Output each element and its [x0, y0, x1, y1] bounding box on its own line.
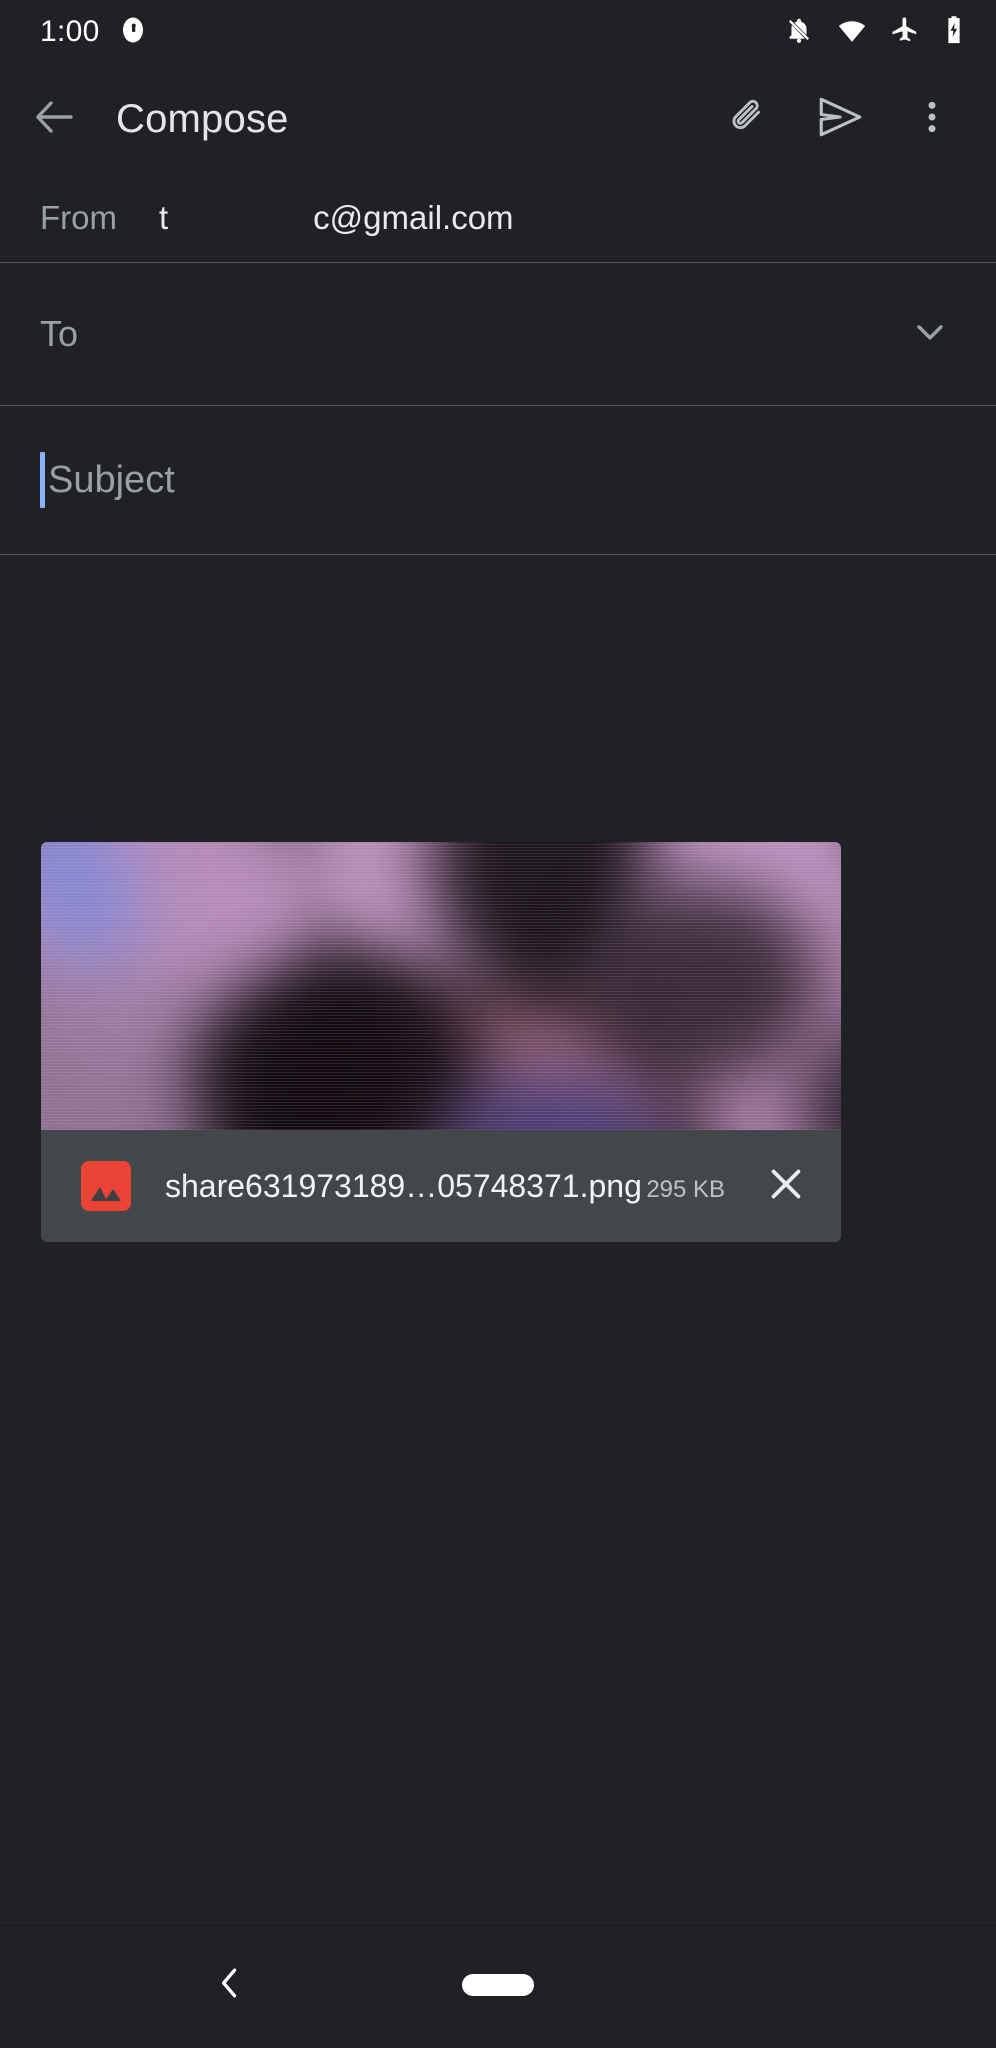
paperclip-icon: [725, 94, 771, 145]
text-cursor: [40, 452, 45, 508]
send-button[interactable]: [794, 73, 886, 165]
navbar-top-edge: [0, 1922, 996, 1923]
attachment-filename: share631973189…05748371.png: [165, 1167, 642, 1204]
notifications-off-icon: [784, 15, 814, 50]
more-options-button[interactable]: [886, 73, 978, 165]
from-value-start: t: [159, 199, 169, 236]
attach-button[interactable]: [702, 73, 794, 165]
airplane-mode-icon: [890, 15, 920, 50]
chevron-left-icon: [208, 1961, 252, 2010]
image-file-icon: [81, 1161, 131, 1211]
from-row[interactable]: From t c@gmail.com: [0, 174, 996, 262]
attachment-filesize: 295 KB: [646, 1175, 726, 1203]
status-bar-right: [784, 15, 966, 50]
page-title: Compose: [116, 96, 289, 141]
attachment-texts: share631973189…05748371.png 295 KB: [165, 1168, 731, 1205]
preview-grain: [41, 842, 841, 1130]
status-bar: 1:00: [0, 0, 996, 64]
compose-header-fields: From t c@gmail.com To Subject: [0, 174, 996, 555]
send-icon: [815, 92, 865, 147]
back-button[interactable]: [0, 93, 110, 146]
status-bar-clock: 1:00: [40, 15, 100, 48]
attachment-card[interactable]: share631973189…05748371.png 295 KB: [41, 842, 841, 1242]
arrow-back-icon: [31, 93, 79, 146]
nav-back-button[interactable]: [190, 1945, 270, 2025]
app-badge-icon: [118, 15, 148, 50]
divider-subject: [0, 554, 996, 555]
attachment-info-bar: share631973189…05748371.png 295 KB: [41, 1130, 841, 1242]
remove-attachment-button[interactable]: [731, 1161, 841, 1212]
wifi-icon: [836, 15, 868, 50]
from-label: From: [40, 199, 117, 236]
status-bar-left: 1:00: [40, 15, 148, 50]
expand-recipients-button[interactable]: [908, 310, 952, 359]
battery-charging-icon: [942, 15, 966, 50]
to-row[interactable]: To: [0, 263, 996, 405]
compose-screen: 1:00 Compose From t c@gmail.com To Subje…: [0, 0, 996, 2048]
subject-row[interactable]: Subject: [0, 406, 996, 554]
from-value: t c@gmail.com: [159, 199, 514, 237]
attachment-preview-image[interactable]: [41, 842, 841, 1130]
more-vertical-icon: [912, 97, 952, 142]
app-bar-actions: [702, 73, 996, 165]
app-bar: Compose: [0, 64, 996, 174]
nav-home-handle[interactable]: [462, 1974, 534, 1996]
system-navigation-bar: [0, 1922, 996, 2048]
close-icon: [763, 1161, 809, 1212]
compose-body[interactable]: share631973189…05748371.png 295 KB: [0, 632, 996, 1922]
to-placeholder: To: [40, 313, 79, 354]
subject-placeholder: Subject: [48, 458, 175, 501]
from-value-end: c@gmail.com: [313, 199, 514, 236]
subject-input[interactable]: Subject: [40, 452, 175, 508]
chevron-down-icon: [908, 325, 952, 358]
